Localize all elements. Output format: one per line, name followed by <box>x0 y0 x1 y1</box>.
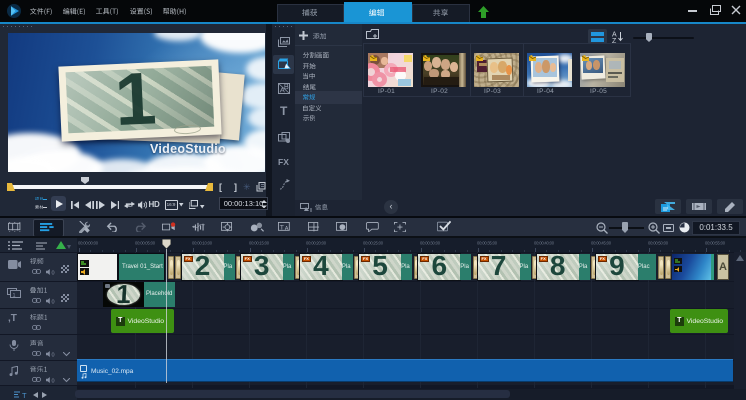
svg-text:T: T <box>22 391 27 398</box>
svg-text:0: 0 <box>52 300 55 305</box>
svg-text:0: 0 <box>52 379 55 384</box>
svg-text:T: T <box>280 225 284 232</box>
svg-text:1: 1 <box>13 293 16 298</box>
svg-text:0: 0 <box>52 353 55 358</box>
svg-text:0: 0 <box>52 271 55 276</box>
svg-text:A: A <box>285 226 289 232</box>
